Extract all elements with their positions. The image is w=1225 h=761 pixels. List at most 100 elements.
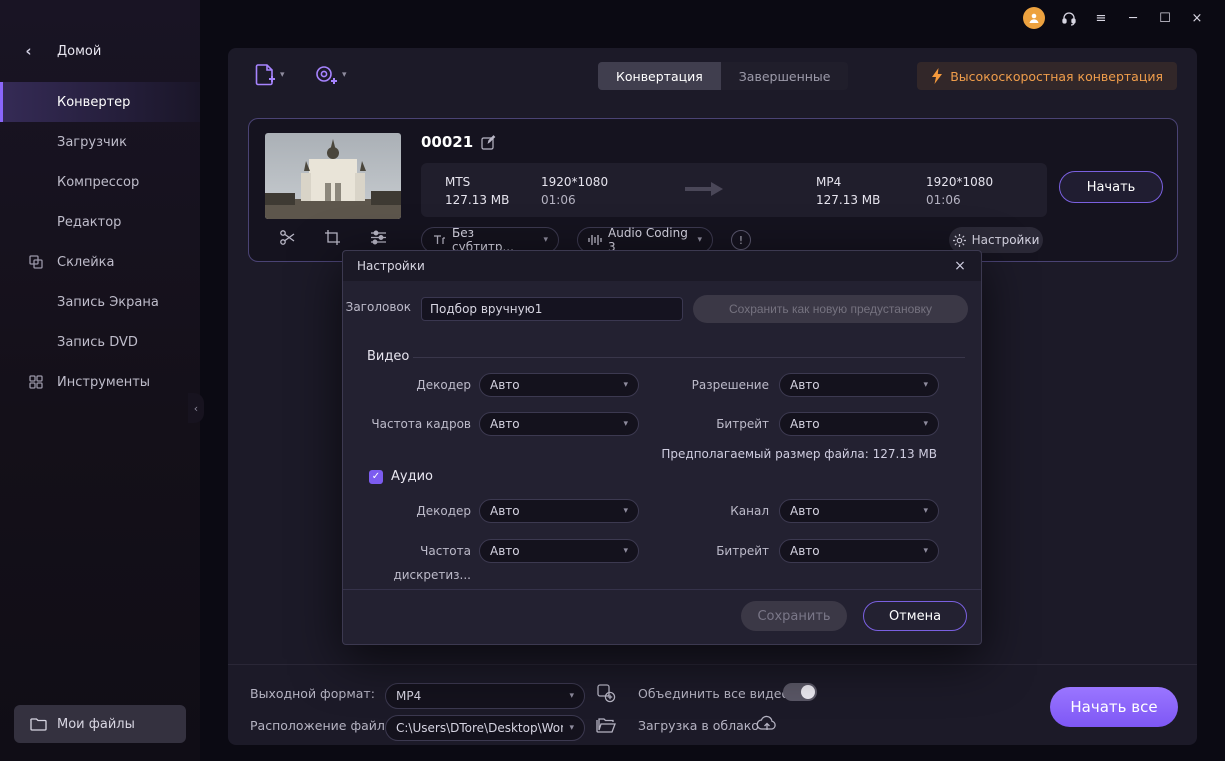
source-format-size: MTS 127.13 MB xyxy=(445,173,509,209)
edit-tools xyxy=(265,229,401,246)
menu-icon[interactable]: ≡ xyxy=(1087,4,1115,32)
settings-dialog-header[interactable]: Настройки × xyxy=(343,251,981,281)
source-size: 127.13 MB xyxy=(445,193,510,207)
audio-decoder-select[interactable]: Авто ▾ xyxy=(479,499,639,523)
rename-icon[interactable] xyxy=(481,134,496,150)
target-size: 127.13 MB xyxy=(816,193,881,207)
output-bar: Выходной формат: MP4 ▾ Объединить все ви… xyxy=(228,664,1197,745)
chevron-down-icon: ▾ xyxy=(923,546,928,556)
chevron-down-icon: ▾ xyxy=(623,546,628,556)
close-button[interactable]: × xyxy=(1183,4,1211,32)
merge-icon xyxy=(28,254,44,270)
video-resolution-select[interactable]: Авто ▾ xyxy=(779,373,939,397)
source-resolution: 1920*1080 xyxy=(541,175,609,189)
chevron-down-icon: ▾ xyxy=(342,70,347,80)
lightning-icon xyxy=(932,68,943,84)
dialog-divider xyxy=(343,589,981,590)
audio-channel-select[interactable]: Авто ▾ xyxy=(779,499,939,523)
source-res-duration: 1920*1080 01:06 xyxy=(541,173,608,209)
sidebar-item-downloader[interactable]: Загрузчик xyxy=(0,122,200,162)
minimize-button[interactable]: ─ xyxy=(1119,4,1147,32)
video-decoder-select[interactable]: Авто ▾ xyxy=(479,373,639,397)
save-preset-button[interactable]: Сохранить как новую предустановку xyxy=(693,295,968,323)
video-thumbnail[interactable] xyxy=(265,133,401,219)
target-format: MP4 xyxy=(816,175,842,189)
audio-samplerate-label: Частота дискретиз... xyxy=(393,544,471,582)
target-format-size: MP4 127.13 MB xyxy=(816,173,880,209)
sidebar-item-dvd-burn[interactable]: Запись DVD xyxy=(0,322,200,362)
add-file-button[interactable]: ▾ xyxy=(254,62,285,88)
start-all-button[interactable]: Начать все xyxy=(1050,687,1178,727)
audio-samplerate-select[interactable]: Авто ▾ xyxy=(479,539,639,563)
nav-label: Инструменты xyxy=(57,374,151,390)
app-window: ≡ ─ ☐ × ‹ Домой Конвертер Загрузчик Комп… xyxy=(0,0,1225,761)
video-framerate-select[interactable]: Авто ▾ xyxy=(479,412,639,436)
nav-label: Редактор xyxy=(57,214,122,230)
file-location-select[interactable]: C:\Users\DTore\Desktop\Won ▾ xyxy=(385,715,585,741)
title-input[interactable] xyxy=(421,297,683,321)
sidebar-collapse-handle[interactable]: ‹ xyxy=(188,393,204,423)
audio-channel-label: Канал xyxy=(730,504,769,518)
conversion-info-panel: MTS 127.13 MB 1920*1080 01:06 MP4 127.13… xyxy=(421,163,1047,217)
source-duration: 01:06 xyxy=(541,193,576,207)
my-files-button[interactable]: Мои файлы xyxy=(14,705,186,743)
audio-checkbox[interactable]: ✓ xyxy=(369,469,383,484)
sidebar-item-converter[interactable]: Конвертер xyxy=(0,82,200,122)
file-title-text: 00021 xyxy=(421,133,474,151)
sidebar-item-tools[interactable]: Инструменты xyxy=(0,362,200,402)
trim-scissors-icon[interactable] xyxy=(279,229,296,246)
save-button[interactable]: Сохранить xyxy=(741,601,847,631)
support-headset-icon[interactable] xyxy=(1055,4,1083,32)
nav-label: Конвертер xyxy=(57,94,131,110)
add-camcorder-button[interactable]: ▾ xyxy=(314,62,347,88)
sidebar-item-merge[interactable]: Склейка xyxy=(0,242,200,282)
tab-label: Конвертация xyxy=(616,68,703,84)
audio-decoder-label: Декодер xyxy=(416,504,471,518)
chevron-down-icon: ▾ xyxy=(623,419,628,429)
effects-sliders-icon[interactable] xyxy=(370,229,387,246)
merge-all-toggle[interactable] xyxy=(783,683,817,701)
chevron-down-icon: ▾ xyxy=(623,506,628,516)
section-divider xyxy=(413,357,965,358)
info-icon[interactable]: ! xyxy=(731,230,751,250)
video-decoder-label: Декодер xyxy=(416,378,471,392)
crop-icon[interactable] xyxy=(324,229,341,246)
start-button[interactable]: Начать xyxy=(1059,171,1163,203)
settings-dialog: Настройки × Заголовок Сохранить как нову… xyxy=(342,250,982,645)
select-value: Авто xyxy=(790,378,820,392)
user-avatar[interactable] xyxy=(1023,7,1045,29)
target-res-duration: 1920*1080 01:06 xyxy=(926,173,993,209)
cloud-upload-icon[interactable] xyxy=(756,715,778,735)
select-value: Авто xyxy=(490,417,520,431)
sidebar-item-home[interactable]: ‹ Домой xyxy=(0,36,200,66)
estimated-file-size: Предполагаемый размер файла: 127.13 MB xyxy=(661,447,937,461)
output-format-select[interactable]: MP4 ▾ xyxy=(385,683,585,709)
open-folder-icon[interactable] xyxy=(596,717,618,739)
sidebar-item-compressor[interactable]: Компрессор xyxy=(0,162,200,202)
file-card: 00021 MTS 127.13 MB 1920*1080 01:06 MP4 … xyxy=(248,118,1178,262)
sidebar-item-editor[interactable]: Редактор xyxy=(0,202,200,242)
audio-section-header: ✓ Аудио xyxy=(369,469,433,484)
tab-label: Завершенные xyxy=(738,68,831,84)
video-resolution-label: Разрешение xyxy=(691,378,769,392)
waveform-icon xyxy=(588,234,602,246)
file-location-label: Расположение файла: xyxy=(250,718,397,733)
person-icon xyxy=(1029,13,1039,23)
dialog-close-icon[interactable]: × xyxy=(949,255,971,277)
chevron-down-icon: ▾ xyxy=(923,506,928,516)
sidebar-item-screen-record[interactable]: Запись Экрана xyxy=(0,282,200,322)
high-speed-conversion-badge[interactable]: Высокоскоростная конвертация xyxy=(917,62,1177,90)
video-bitrate-select[interactable]: Авто ▾ xyxy=(779,412,939,436)
add-file-icon xyxy=(255,64,275,86)
nav-label: Компрессор xyxy=(57,174,140,190)
cancel-button[interactable]: Отмена xyxy=(863,601,967,631)
chevron-down-icon: ▾ xyxy=(569,691,574,701)
nav-label: Запись DVD xyxy=(57,334,138,350)
titlebar: ≡ ─ ☐ × xyxy=(200,0,1225,36)
audio-bitrate-select[interactable]: Авто ▾ xyxy=(779,539,939,563)
tab-converting[interactable]: Конвертация xyxy=(598,62,721,90)
tab-finished[interactable]: Завершенные xyxy=(721,62,849,90)
maximize-button[interactable]: ☐ xyxy=(1151,4,1179,32)
convert-arrow-icon xyxy=(683,179,725,199)
apply-to-all-icon[interactable] xyxy=(596,683,618,705)
